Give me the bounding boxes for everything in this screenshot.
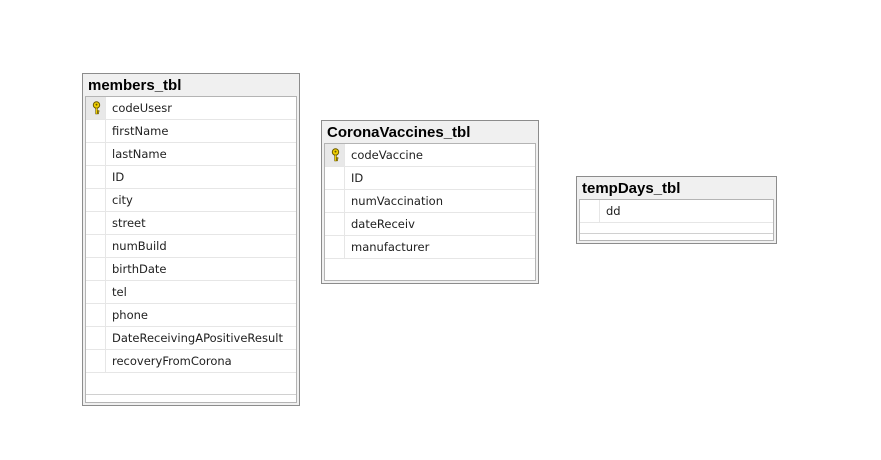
- table-row[interactable]: ID: [86, 166, 296, 189]
- table-row[interactable]: tel: [86, 281, 296, 304]
- table-row[interactable]: birthDate: [86, 258, 296, 281]
- row-selector[interactable]: [86, 120, 106, 142]
- table-row[interactable]: recoveryFromCorona: [86, 350, 296, 373]
- column-name: numVaccination: [351, 194, 444, 208]
- table-footer: [580, 233, 773, 240]
- table-row[interactable]: codeVaccine: [325, 144, 535, 167]
- table-body: codeVaccine ID numVaccination dateReceiv man…: [324, 143, 536, 281]
- table-body: codeUsesr firstName lastName ID city street nu…: [85, 96, 297, 403]
- row-selector[interactable]: [86, 212, 106, 234]
- column-name: dateReceiv: [351, 217, 415, 231]
- column-name: tel: [112, 285, 127, 299]
- column-name: numBuild: [112, 239, 167, 253]
- table-row[interactable]: ID: [325, 167, 535, 190]
- row-selector[interactable]: [325, 213, 345, 235]
- table-row[interactable]: dd: [580, 200, 773, 223]
- table-members[interactable]: members_tbl codeUsesr firstName lastName ID…: [82, 73, 300, 406]
- key-icon: [331, 148, 340, 162]
- row-selector[interactable]: [86, 258, 106, 280]
- row-selector[interactable]: [86, 281, 106, 303]
- column-name: firstName: [112, 124, 169, 138]
- table-row[interactable]: phone: [86, 304, 296, 327]
- row-selector[interactable]: [86, 304, 106, 326]
- table-footer: [86, 394, 296, 402]
- column-name: ID: [112, 170, 125, 184]
- table-temp-days[interactable]: tempDays_tbl dd: [576, 176, 777, 244]
- table-row[interactable]: codeUsesr: [86, 97, 296, 120]
- column-name: lastName: [112, 147, 167, 161]
- column-list: codeUsesr firstName lastName ID city street nu…: [86, 97, 296, 373]
- table-row[interactable]: lastName: [86, 143, 296, 166]
- row-selector[interactable]: [325, 144, 345, 166]
- column-name: birthDate: [112, 262, 167, 276]
- column-name: manufacturer: [351, 240, 430, 254]
- column-name: ID: [351, 171, 364, 185]
- row-selector[interactable]: [86, 143, 106, 165]
- column-name: codeUsesr: [112, 101, 172, 115]
- row-selector[interactable]: [86, 350, 106, 372]
- row-selector[interactable]: [325, 236, 345, 258]
- table-row[interactable]: street: [86, 212, 296, 235]
- table-row[interactable]: dateReceiv: [325, 213, 535, 236]
- table-title: members_tbl: [88, 77, 182, 94]
- column-list: dd: [580, 200, 773, 223]
- table-row[interactable]: manufacturer: [325, 236, 535, 259]
- column-name: street: [112, 216, 146, 230]
- row-selector[interactable]: [86, 97, 106, 119]
- table-row[interactable]: DateReceivingAPositiveResult: [86, 327, 296, 350]
- table-row[interactable]: firstName: [86, 120, 296, 143]
- table-corona-vaccines[interactable]: CoronaVaccines_tbl codeVaccine ID numVacci…: [321, 120, 539, 284]
- row-selector[interactable]: [86, 235, 106, 257]
- row-selector[interactable]: [86, 327, 106, 349]
- column-name: dd: [606, 204, 621, 218]
- row-selector[interactable]: [86, 189, 106, 211]
- row-selector[interactable]: [86, 166, 106, 188]
- table-row[interactable]: city: [86, 189, 296, 212]
- column-list: codeVaccine ID numVaccination dateReceiv man…: [325, 144, 535, 259]
- column-name: recoveryFromCorona: [112, 354, 232, 368]
- table-row[interactable]: numVaccination: [325, 190, 535, 213]
- row-selector[interactable]: [325, 167, 345, 189]
- table-title: tempDays_tbl: [582, 180, 681, 197]
- table-row[interactable]: numBuild: [86, 235, 296, 258]
- key-icon: [92, 101, 101, 115]
- table-body: dd: [579, 199, 774, 241]
- column-name: codeVaccine: [351, 148, 423, 162]
- table-title: CoronaVaccines_tbl: [327, 124, 471, 141]
- row-selector[interactable]: [580, 200, 600, 222]
- column-name: city: [112, 193, 133, 207]
- row-selector[interactable]: [325, 190, 345, 212]
- column-name: DateReceivingAPositiveResult: [112, 331, 283, 345]
- column-name: phone: [112, 308, 148, 322]
